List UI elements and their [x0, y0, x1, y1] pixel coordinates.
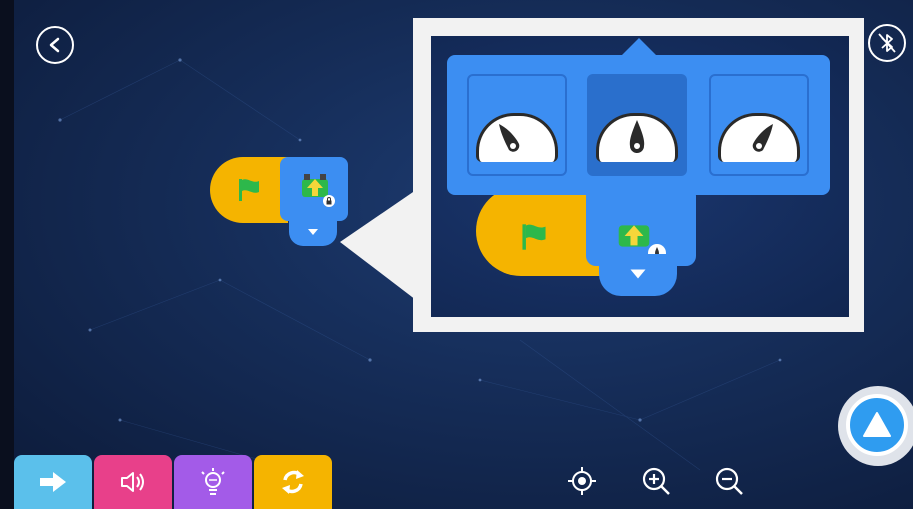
speed-option-slow[interactable]	[467, 74, 567, 176]
bluetooth-off-icon	[878, 33, 896, 53]
chevron-down-icon	[308, 229, 318, 235]
back-icon	[49, 37, 60, 53]
when-flag-clicked-block[interactable]	[210, 157, 288, 223]
arrow-right-icon	[40, 472, 66, 492]
green-flag-icon	[522, 224, 546, 250]
speed-slow-icon	[476, 112, 558, 162]
zoom-out-button[interactable]	[712, 464, 746, 498]
lock-icon	[323, 195, 335, 207]
bluetooth-button[interactable]	[868, 24, 906, 62]
speed-medium-icon	[596, 112, 678, 162]
green-flag-icon	[239, 179, 259, 201]
zoom-out-icon	[715, 467, 743, 495]
speed-selector-popup	[447, 55, 830, 195]
category-tab-control[interactable]	[254, 455, 332, 509]
block-dropdown-button[interactable]	[289, 220, 337, 246]
zoomed-dropdown-button	[599, 254, 677, 296]
speed-option-medium[interactable]	[587, 74, 687, 176]
loop-icon	[282, 470, 304, 494]
run-button[interactable]	[846, 394, 908, 456]
lightbulb-icon	[201, 468, 225, 495]
zoom-in-icon	[642, 467, 670, 495]
zoom-in-button[interactable]	[639, 464, 673, 498]
speed-option-fast[interactable]	[709, 74, 809, 176]
zoom-callout-view	[431, 36, 849, 317]
recenter-button[interactable]	[565, 464, 599, 498]
window-edge	[0, 0, 14, 509]
back-button[interactable]	[36, 26, 74, 64]
recenter-icon	[568, 467, 596, 495]
category-tab-motion[interactable]	[14, 455, 92, 509]
callout-pointer	[340, 190, 416, 300]
play-icon	[863, 412, 891, 437]
category-tab-sound[interactable]	[94, 455, 172, 509]
category-tab-lights[interactable]	[174, 455, 252, 509]
speaker-icon	[121, 472, 144, 492]
speed-fast-icon	[718, 112, 800, 162]
chevron-down-icon	[630, 269, 646, 279]
popup-arrow	[621, 38, 657, 56]
